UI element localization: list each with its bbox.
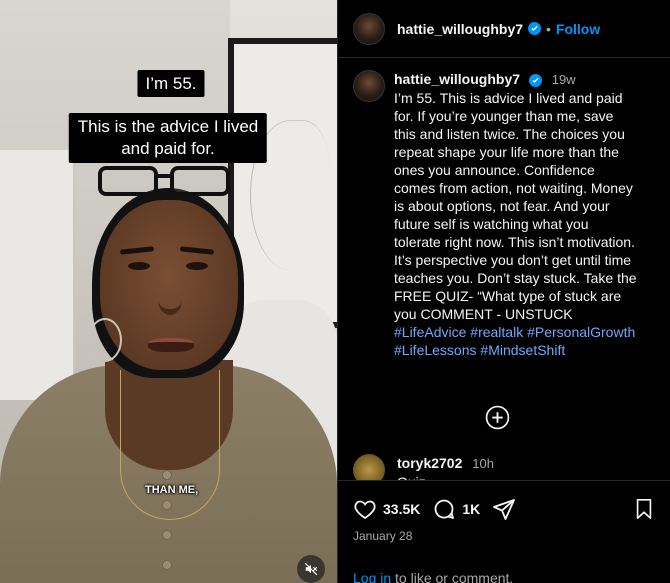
comments-count: 1K [462, 501, 481, 517]
comment-time: 10h [472, 456, 494, 471]
post-caption: hattie_willoughby7 19w I’m 55. This is a… [353, 70, 653, 359]
post-panel: hattie_willoughby7 • Follow hattie_willo… [337, 0, 670, 583]
caption-body: hattie_willoughby7 19w I’m 55. This is a… [394, 70, 639, 359]
mute-button[interactable] [297, 555, 325, 583]
likes-count: 33.5K [383, 501, 421, 517]
background-door [0, 150, 75, 400]
follow-button[interactable]: Follow [556, 21, 600, 37]
hashtag-link[interactable]: #LifeLessons [394, 342, 477, 358]
reel-video[interactable]: I’m 55. This is the advice I lived and p… [0, 0, 337, 583]
video-caption-line1: I’m 55. [137, 70, 205, 97]
burned-subtitle: THAN ME, [145, 484, 199, 496]
header-username[interactable]: hattie_willoughby7 [397, 21, 523, 37]
nose [158, 285, 182, 315]
sunglasses [96, 160, 234, 200]
mouth [148, 338, 194, 352]
paper-plane-icon [493, 499, 516, 520]
video-caption-line2a: This is the advice I lived [77, 117, 259, 136]
load-more-comments-button[interactable] [485, 405, 510, 430]
hoop-earring [88, 318, 122, 362]
hashtag-link[interactable]: #MindsetShift [480, 342, 565, 358]
comments-section[interactable]: hattie_willoughby7 19w I’m 55. This is a… [338, 58, 670, 488]
eye [186, 262, 208, 270]
separator-dot: • [546, 20, 551, 37]
share-button[interactable] [492, 497, 522, 521]
post-date: January 28 [353, 529, 413, 543]
eye [128, 262, 150, 270]
caption-author-avatar[interactable] [353, 70, 385, 102]
login-link[interactable]: Log in [353, 570, 391, 583]
caption-text: I’m 55. This is advice I lived and paid … [394, 90, 637, 322]
comment-bubble-icon [434, 499, 455, 519]
heart-icon [354, 500, 376, 520]
commenter-username[interactable]: toryk2702 [397, 455, 462, 471]
post-header: hattie_willoughby7 • Follow [338, 0, 670, 58]
video-caption-line2: This is the advice I lived and paid for. [68, 113, 268, 163]
hashtag-link[interactable]: #PersonalGrowth [527, 324, 635, 340]
caption-time: 19w [551, 72, 576, 87]
bookmark-icon [636, 499, 652, 519]
save-button[interactable] [633, 498, 655, 525]
action-bar: 33.5K 1K [353, 497, 534, 521]
speaker-muted-icon [304, 562, 318, 576]
shirt-button [162, 530, 172, 540]
hashtag-link[interactable]: #LifeAdvice [394, 324, 466, 340]
caption-username[interactable]: hattie_willoughby7 [394, 71, 520, 87]
video-caption-line2b: and paid for. [121, 139, 215, 158]
verified-badge-icon [528, 74, 542, 87]
hashtag-link[interactable]: #realtalk [470, 324, 523, 340]
verified-badge-icon [528, 22, 542, 35]
like-button[interactable]: 33.5K [353, 497, 420, 521]
plus-circle-icon [485, 405, 510, 430]
author-avatar[interactable] [353, 12, 385, 45]
post-footer: 33.5K 1K January 28 Log in to like or co… [338, 480, 670, 583]
shirt-button [162, 560, 172, 570]
comment-button[interactable]: 1K [432, 497, 480, 521]
login-prompt-text: to like or comment. [391, 570, 514, 583]
login-prompt: Log in to like or comment. [353, 570, 513, 583]
